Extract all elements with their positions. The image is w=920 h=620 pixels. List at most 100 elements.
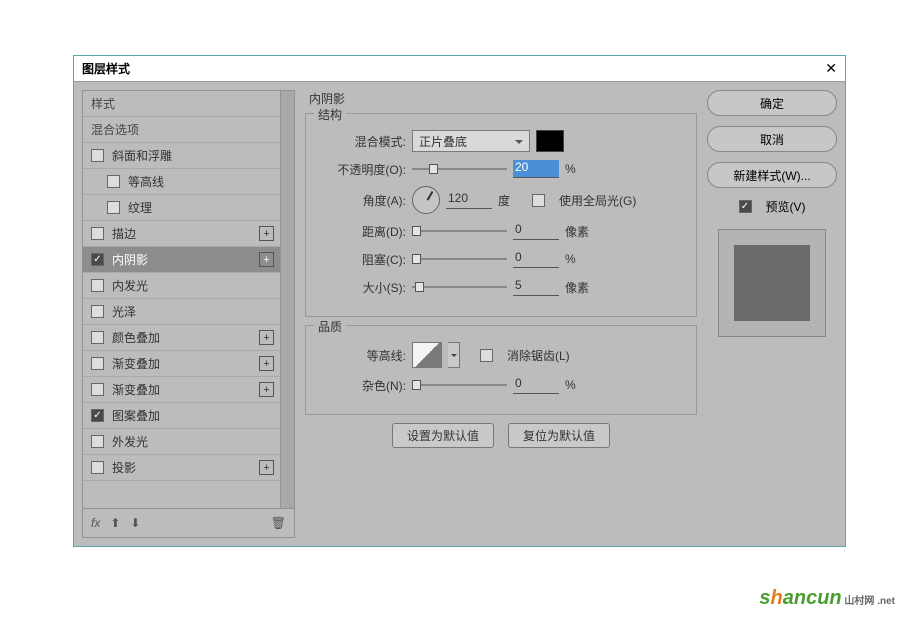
style-item-10[interactable]: ✓图案叠加 xyxy=(83,403,280,429)
style-checkbox[interactable] xyxy=(91,435,104,448)
choke-label: 阻塞(C): xyxy=(316,251,406,268)
size-input[interactable]: 5 xyxy=(513,278,559,296)
opacity-slider[interactable] xyxy=(412,162,507,176)
style-item-6[interactable]: 光泽 xyxy=(83,299,280,325)
preview-checkbox[interactable]: ✓ xyxy=(739,200,752,213)
angle-unit: 度 xyxy=(498,192,526,209)
plus-icon[interactable]: + xyxy=(259,330,274,345)
right-panel: 确定 取消 新建样式(W)... ✓ 预览(V) xyxy=(707,90,837,538)
style-item-label: 等高线 xyxy=(128,173,164,190)
style-item-3[interactable]: 描边 + xyxy=(83,221,280,247)
angle-dial[interactable] xyxy=(412,186,440,214)
style-item-7[interactable]: 颜色叠加+ xyxy=(83,325,280,351)
style-item-5[interactable]: 内发光 xyxy=(83,273,280,299)
quality-legend: 品质 xyxy=(314,318,346,335)
style-item-11[interactable]: 外发光 xyxy=(83,429,280,455)
trash-icon[interactable]: 🗑 xyxy=(271,516,286,530)
blend-mode-label: 混合模式: xyxy=(316,133,406,150)
plus-icon[interactable]: + xyxy=(259,252,274,267)
layer-style-dialog: 图层样式 ✕ 样式 混合选项 斜面和浮雕等高线纹理描边 + ✓ 内阴影 + 内发光光泽颜色… xyxy=(73,55,846,547)
global-light-checkbox[interactable] xyxy=(532,194,545,207)
opacity-input[interactable]: 20 xyxy=(513,160,559,178)
distance-label: 距离(D): xyxy=(316,223,406,240)
choke-unit: % xyxy=(565,252,593,266)
preview-label: 预览(V) xyxy=(766,198,806,215)
size-unit: 像素 xyxy=(565,279,593,296)
structure-fieldset: 结构 混合模式: 正片叠底 不透明度(O): 20 % 角度(A): 120 度 xyxy=(305,113,697,317)
contour-label: 等高线: xyxy=(316,347,406,364)
arrow-up-icon[interactable]: ⬆ xyxy=(110,516,120,530)
styles-sidebar: 样式 混合选项 斜面和浮雕等高线纹理描边+✓内阴影+内发光光泽颜色叠加+渐变叠加… xyxy=(82,90,295,538)
style-checkbox[interactable] xyxy=(107,201,120,214)
style-checkbox[interactable] xyxy=(91,279,104,292)
opacity-label: 不透明度(O): xyxy=(316,161,406,178)
plus-icon[interactable]: + xyxy=(259,356,274,371)
style-item-8[interactable]: 渐变叠加 + xyxy=(83,351,280,377)
plus-icon[interactable]: + xyxy=(259,460,274,475)
preview-toggle[interactable]: ✓ 预览(V) xyxy=(707,198,837,215)
plus-icon[interactable]: + xyxy=(259,382,274,397)
style-item-label: 光泽 xyxy=(112,303,136,320)
distance-input[interactable]: 0 xyxy=(513,222,559,240)
contour-swatch[interactable] xyxy=(412,342,442,368)
sidebar-header-styles[interactable]: 样式 xyxy=(83,91,280,117)
style-item-label: 外发光 xyxy=(112,433,148,450)
cancel-button[interactable]: 取消 xyxy=(707,126,837,152)
style-item-label: 投影 xyxy=(112,459,136,476)
panel-title: 内阴影 xyxy=(309,90,697,107)
style-item-label: 描边 xyxy=(112,225,136,242)
style-item-4[interactable]: ✓ 内阴影 + xyxy=(83,247,280,273)
style-item-0[interactable]: 斜面和浮雕 xyxy=(83,143,280,169)
style-checkbox[interactable] xyxy=(107,175,120,188)
antialias-checkbox[interactable] xyxy=(480,349,493,362)
preview-box xyxy=(718,229,826,337)
scrollbar[interactable] xyxy=(280,91,294,508)
ok-button[interactable]: 确定 xyxy=(707,90,837,116)
contour-dropdown-icon[interactable] xyxy=(448,342,460,368)
style-item-label: 渐变叠加 xyxy=(112,355,160,372)
style-checkbox[interactable] xyxy=(91,357,104,370)
choke-slider[interactable] xyxy=(412,252,507,266)
style-checkbox[interactable] xyxy=(91,461,104,474)
style-checkbox[interactable] xyxy=(91,149,104,162)
reset-default-button[interactable]: 复位为默认值 xyxy=(508,423,610,448)
color-swatch[interactable] xyxy=(536,130,564,152)
distance-slider[interactable] xyxy=(412,224,507,238)
noise-slider[interactable] xyxy=(412,378,507,392)
style-checkbox[interactable] xyxy=(91,331,104,344)
style-item-label: 内阴影 xyxy=(112,251,148,268)
angle-input[interactable]: 120 xyxy=(446,191,492,209)
sidebar-header-blend[interactable]: 混合选项 xyxy=(83,117,280,143)
styles-list: 样式 混合选项 斜面和浮雕等高线纹理描边+✓内阴影+内发光光泽颜色叠加+渐变叠加… xyxy=(83,91,280,508)
style-checkbox[interactable] xyxy=(91,227,104,240)
style-checkbox[interactable]: ✓ xyxy=(91,409,104,422)
style-item-12[interactable]: 投影 + xyxy=(83,455,280,481)
structure-legend: 结构 xyxy=(314,106,346,123)
dialog-title: 图层样式 xyxy=(82,60,130,77)
blend-mode-select[interactable]: 正片叠底 xyxy=(412,130,530,152)
close-icon[interactable]: ✕ xyxy=(825,60,837,77)
style-item-1[interactable]: 等高线 xyxy=(83,169,280,195)
choke-input[interactable]: 0 xyxy=(513,250,559,268)
make-default-button[interactable]: 设置为默认值 xyxy=(392,423,494,448)
noise-input[interactable]: 0 xyxy=(513,376,559,394)
settings-panel: 内阴影 结构 混合模式: 正片叠底 不透明度(O): 20 % 角度(A): xyxy=(305,90,697,538)
size-label: 大小(S): xyxy=(316,279,406,296)
style-item-9[interactable]: 渐变叠加+ xyxy=(83,377,280,403)
quality-fieldset: 品质 等高线: 消除锯齿(L) 杂色(N): 0 % xyxy=(305,325,697,415)
noise-unit: % xyxy=(565,378,593,392)
distance-unit: 像素 xyxy=(565,223,593,240)
style-checkbox[interactable]: ✓ xyxy=(91,253,104,266)
plus-icon[interactable]: + xyxy=(259,226,274,241)
opacity-unit: % xyxy=(565,162,593,176)
style-item-2[interactable]: 纹理 xyxy=(83,195,280,221)
size-slider[interactable] xyxy=(412,280,507,294)
fx-icon[interactable]: fx xyxy=(91,516,100,530)
new-style-button[interactable]: 新建样式(W)... xyxy=(707,162,837,188)
arrow-down-icon[interactable]: ⬇ xyxy=(130,516,140,530)
style-checkbox[interactable] xyxy=(91,383,104,396)
preview-swatch xyxy=(734,245,810,321)
angle-label: 角度(A): xyxy=(316,192,406,209)
style-checkbox[interactable] xyxy=(91,305,104,318)
style-item-label: 纹理 xyxy=(128,199,152,216)
